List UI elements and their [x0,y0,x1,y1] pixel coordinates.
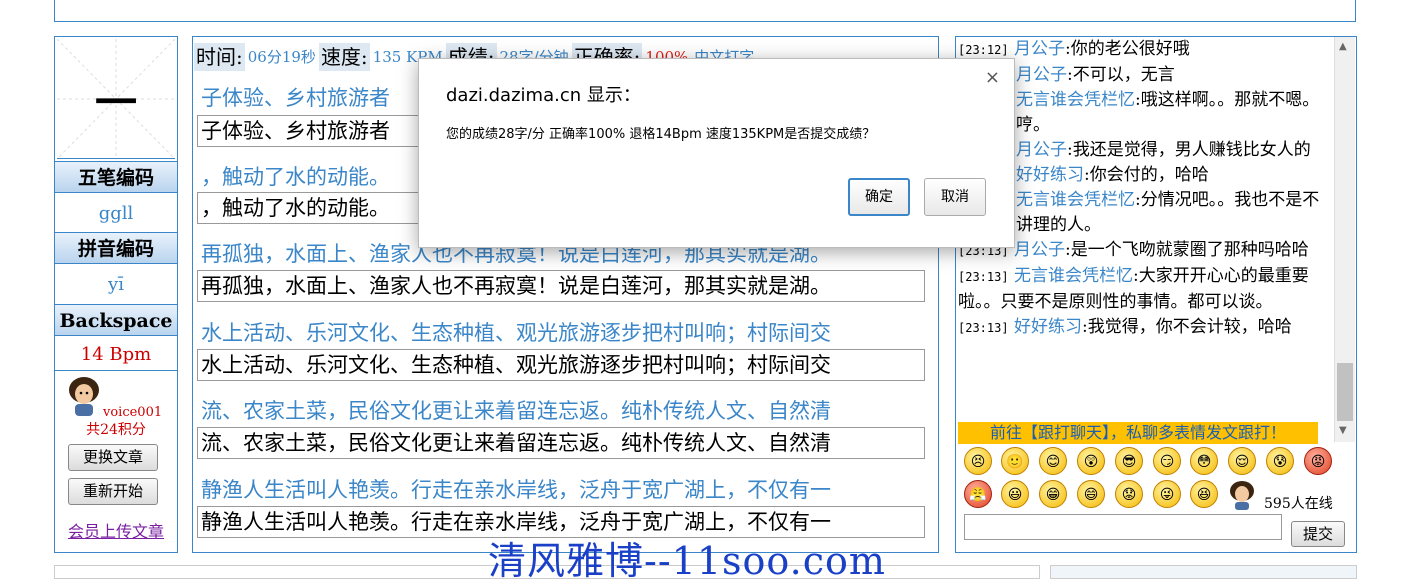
chat-banner[interactable]: 前往【跟打聊天】，私聊多表情发文跟打！ [958,422,1318,444]
wubi-code: ggll [98,203,134,224]
dialog-message: 您的成绩28字/分 正确率100% 退格14Bpm 速度135KPM是否提交成绩… [446,127,876,142]
source-line: 水上活动、乐河文化、生态种植、观光旅游逐步把村叫响；村际间交 [201,321,831,345]
emoji-icon[interactable]: 😁 [1039,480,1067,508]
pinyin-value: yī [108,274,124,295]
source-line: 子体验、乡村旅游者 [201,86,390,110]
backspace-rate: 14 Bpm [80,344,152,365]
chat-user[interactable]: 好好练习 [1016,165,1084,185]
pinyin-label: 拼音编码 [55,232,177,264]
emoji-icon[interactable]: 😡 [1304,447,1332,475]
scroll-down-icon[interactable]: ▼ [1339,425,1347,436]
emoji-icon[interactable]: 😄 [1077,480,1105,508]
chat-message: [23:13] 好好练习:我觉得，你不会计较，哈哈 [958,317,1292,337]
avatar-icon[interactable] [1228,480,1256,510]
typed-line[interactable]: 再孤独，水面上、渔家人也不再寂寞！说是白莲河，那其实就是湖。 [197,270,925,302]
change-article-button[interactable]: 更换文章 [68,444,158,471]
dialog-title: dazi.dazima.cn 显示： [446,85,641,106]
chat-user[interactable]: 无言谁会凭栏忆 [1014,266,1133,286]
time-value: 06分19秒 [247,48,316,66]
chat-input[interactable] [964,514,1282,540]
upload-article-link[interactable]: 会员上传文章 [55,518,177,542]
char-grid: 一 [57,39,175,159]
chat-user[interactable]: 好好练习 [1014,317,1082,337]
wubi-label: 五笔编码 [55,161,177,193]
chat-user[interactable]: 月公子 [1016,140,1067,160]
emoji-icon[interactable]: 😳 [1190,447,1218,475]
online-count: 595人在线 [1264,496,1333,512]
chat-user[interactable]: 无言谁会凭栏忆 [1016,90,1135,110]
username[interactable]: voice001 [103,405,162,420]
scroll-up-icon[interactable]: ▲ [1339,41,1347,52]
emoji-icon[interactable]: 🙂 [1001,447,1029,475]
chat-panel: [23:12] 月公子:你的老公很好哦 月公子:不可以，无言 无言谁会凭栏忆:哦… [955,36,1357,553]
emoji-icon[interactable]: 😎 [1115,447,1143,475]
emoji-icon[interactable]: 😰 [1266,447,1294,475]
emoji-icon[interactable]: 😜 [1153,480,1181,508]
emoji-icon[interactable]: 😆 [1190,480,1218,508]
cancel-button[interactable]: 取消 [924,178,986,216]
ok-button[interactable]: 确定 [848,178,910,216]
chat-scrollbar[interactable]: ▲ ▼ [1334,37,1355,442]
confirm-dialog: dazi.dazima.cn 显示： × 您的成绩28字/分 正确率100% 退… [418,58,1015,248]
user-points: 共24积分 [86,422,146,438]
chat-user[interactable]: 无言谁会凭栏忆 [1016,190,1135,210]
close-icon[interactable]: × [985,67,1000,88]
top-bar [54,0,1356,22]
current-char: 一 [94,78,137,127]
emoji-icon[interactable]: 😟 [1115,480,1143,508]
chat-user[interactable]: 月公子 [1014,240,1065,260]
emoji-icon[interactable]: 😏 [1153,447,1181,475]
char-info-panel: 一 五笔编码 ggll 拼音编码 yī Backspace 14 Bpm voi… [54,36,178,553]
avatar[interactable] [67,376,101,416]
emoji-icon[interactable]: 😃 [1001,480,1029,508]
source-line: 静渔人生活叫人艳羡。行走在亲水岸线，泛舟于宽广湖上，不仅有一 [201,478,831,502]
emoji-icon[interactable]: 😌 [1228,447,1256,475]
speed-label: 速度: [318,43,370,71]
source-line: ，触动了水的动能。 [201,165,390,189]
chat-message: [23:13] 无言谁会凭栏忆:大家开开心心的最重要啦。。只要不是原则性的事情。… [958,266,1309,312]
emoji-icon[interactable]: 😲 [1077,447,1105,475]
chat-submit-button[interactable]: 提交 [1291,521,1345,547]
chat-user[interactable]: 月公子 [1016,65,1067,85]
emoji-icon[interactable]: 😤 [964,480,992,508]
emoji-icon[interactable]: 😣 [964,447,992,475]
emoji-icon[interactable]: 😊 [1039,447,1067,475]
time-label: 时间: [194,43,245,71]
typed-line[interactable]: 流、农家土菜，民俗文化更让来着留连忘返。纯朴传统人文、自然清 [197,427,925,459]
scroll-thumb[interactable] [1337,363,1353,421]
backspace-label: Backspace [55,304,177,336]
typed-line[interactable]: 水上活动、乐河文化、生态种植、观光旅游逐步把村叫响；村际间交 [197,349,925,381]
source-line: 流、农家土菜，民俗文化更让来着留连忘返。纯朴传统人文、自然清 [201,399,831,423]
chat-user[interactable]: 月公子 [1014,39,1065,59]
restart-button[interactable]: 重新开始 [68,478,158,505]
